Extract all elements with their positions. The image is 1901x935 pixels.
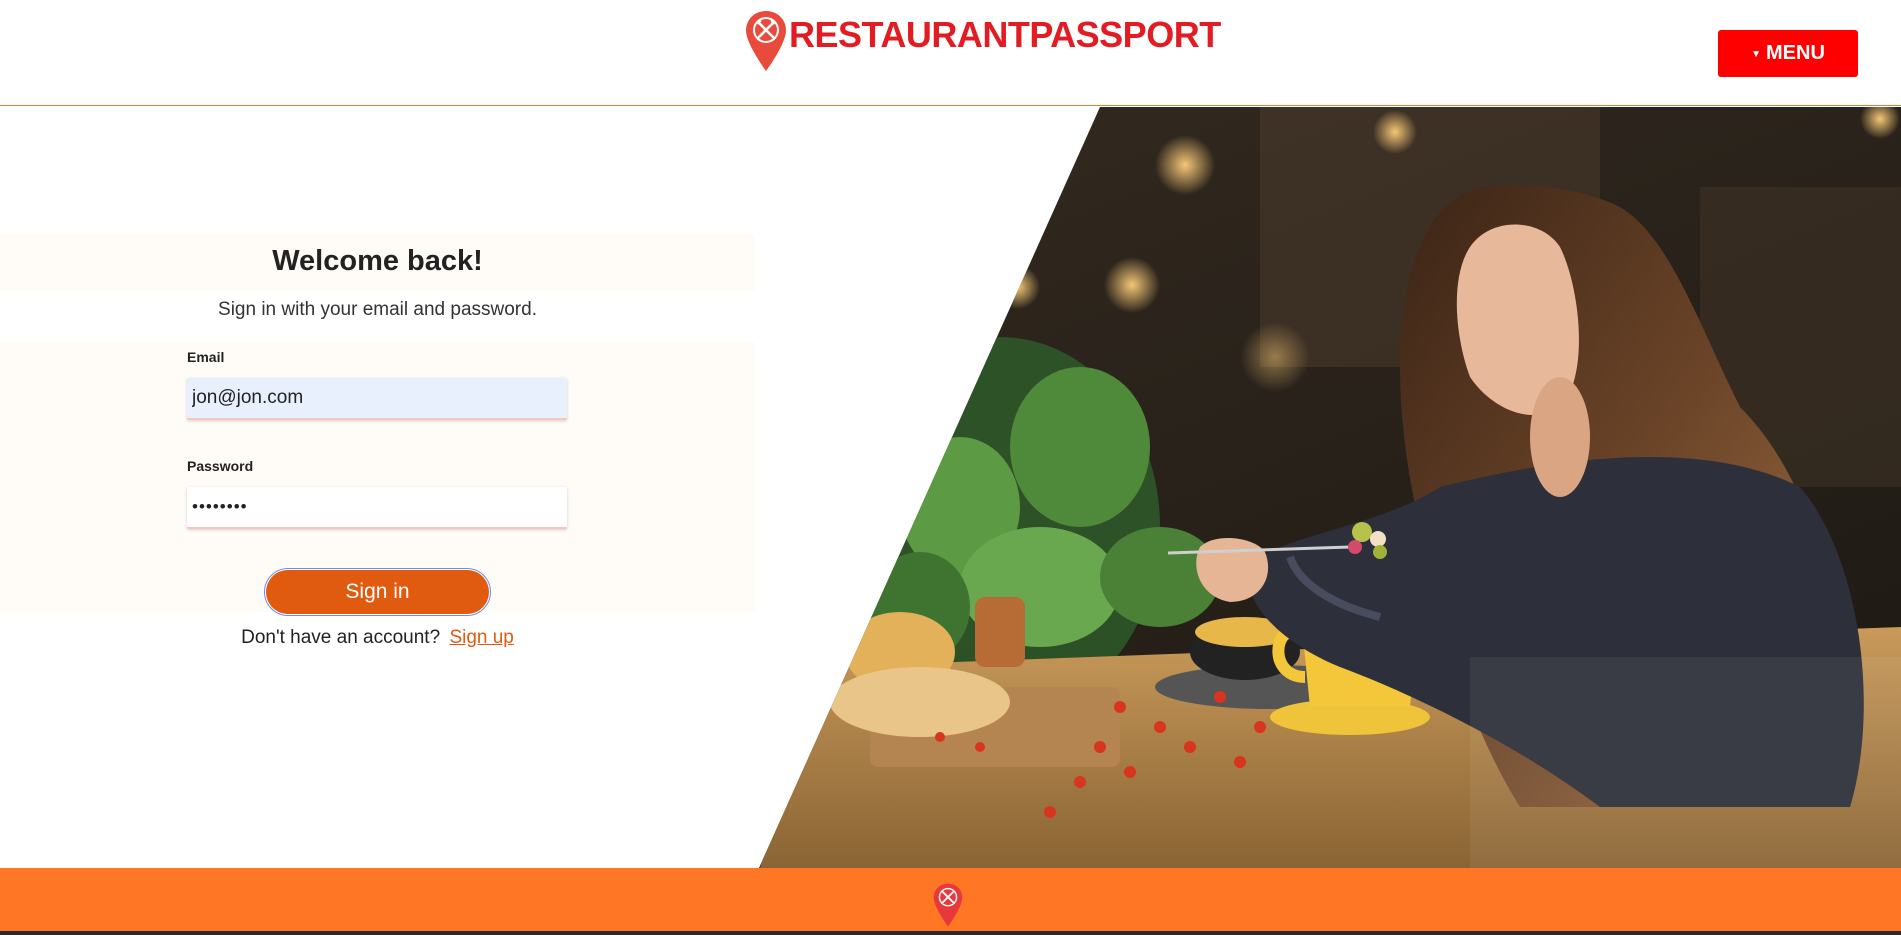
page-title: Welcome back! bbox=[272, 245, 483, 277]
email-label: Email bbox=[187, 349, 225, 365]
map-pin-fork-knife-icon bbox=[933, 883, 963, 927]
page-subtitle: Sign in with your email and password. bbox=[218, 299, 537, 320]
password-field[interactable] bbox=[187, 487, 567, 529]
menu-button[interactable]: ▼ MENU bbox=[1718, 30, 1858, 77]
sign-up-link[interactable]: Sign up bbox=[449, 627, 513, 648]
site-header: RESTAURANTPASSPORT ▼ MENU bbox=[0, 0, 1901, 106]
map-pin-fork-knife-icon bbox=[746, 11, 786, 71]
brand-logo[interactable]: RESTAURANTPASSPORT bbox=[745, 10, 1221, 72]
caret-down-icon: ▼ bbox=[1751, 49, 1761, 60]
email-field[interactable] bbox=[187, 378, 567, 420]
menu-button-label: MENU bbox=[1766, 42, 1825, 64]
signup-prompt: Don't have an account? Sign up bbox=[0, 627, 755, 649]
sign-in-button[interactable]: Sign in bbox=[264, 568, 491, 616]
no-account-text: Don't have an account? bbox=[241, 627, 441, 648]
password-label: Password bbox=[187, 458, 254, 474]
brand-name: RESTAURANTPASSPORT bbox=[789, 14, 1221, 55]
hero-section: Welcome back! Sign in with your email an… bbox=[0, 107, 1901, 868]
footer-bottom-strip bbox=[0, 931, 1901, 935]
